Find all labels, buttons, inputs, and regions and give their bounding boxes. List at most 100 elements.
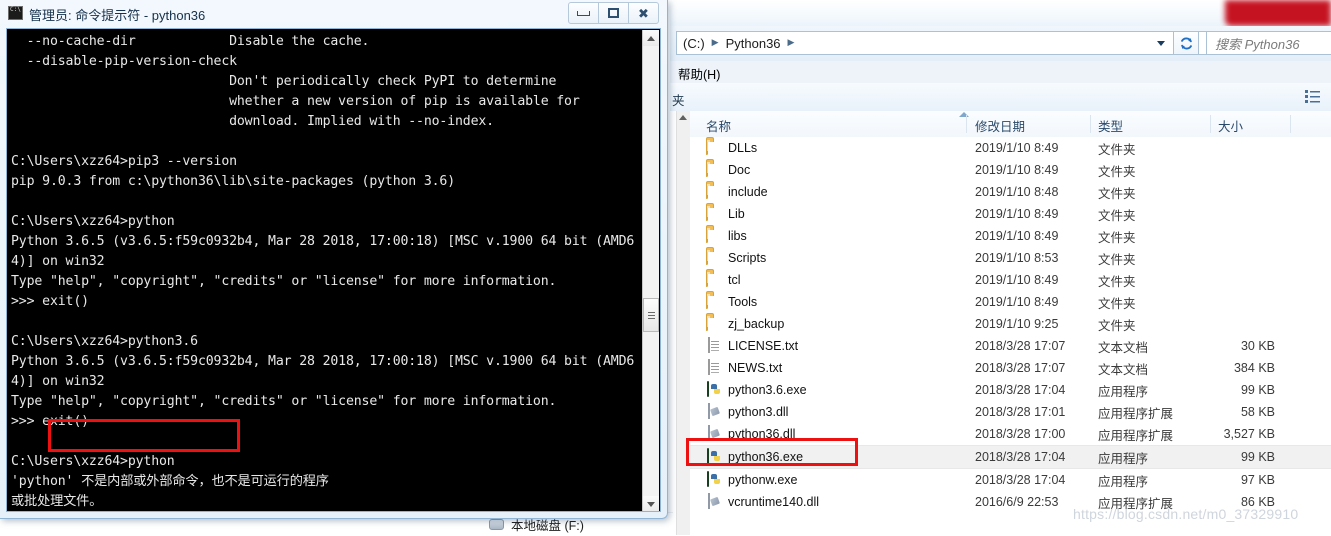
refresh-icon	[1180, 37, 1192, 49]
breadcrumb-drive[interactable]: (C:)	[683, 36, 705, 51]
file-type: 文件夹	[1098, 208, 1136, 223]
file-name: python3.6.exe	[728, 383, 807, 397]
file-date: 2019/1/10 9:25	[975, 317, 1059, 331]
column-divider[interactable]	[1210, 115, 1211, 133]
view-layout-glyph	[1305, 90, 1320, 103]
console-title-text: 管理员: 命令提示符 - python36	[29, 8, 206, 23]
blurred-close-button[interactable]	[1225, 0, 1331, 26]
annotation-box-file-row	[686, 438, 858, 466]
file-name: python3.dll	[728, 405, 789, 419]
file-type: 应用程序	[1098, 474, 1149, 489]
console-title-bar[interactable]: 管理员: 命令提示符 - python36 ✖	[0, 0, 668, 27]
file-type: 应用程序	[1098, 451, 1149, 466]
thumb-grip-icon	[647, 314, 655, 316]
file-row[interactable]: LICENSE.txt 2018/3/28 17:07 文本文档 30 KB	[690, 335, 1331, 357]
explorer-address-bar: (C:) ▶ Python36 ▶ 搜索 Python36	[670, 26, 1331, 62]
refresh-button[interactable]	[1173, 31, 1199, 55]
file-name: LICENSE.txt	[728, 339, 799, 353]
file-date: 2018/3/28 17:04	[975, 450, 1066, 464]
console-scrollbar[interactable]	[642, 30, 659, 511]
file-date: 2019/1/10 8:53	[975, 251, 1059, 265]
watermark: https://blog.csdn.net/m0_37329910	[1073, 506, 1299, 522]
explorer-toolbar: 夹	[670, 83, 1331, 112]
file-row[interactable]: Tools 2019/1/10 8:49 文件夹	[690, 291, 1331, 313]
scroll-up-arrow-icon[interactable]	[679, 115, 687, 120]
scroll-down-button[interactable]	[643, 496, 659, 511]
scroll-up-button[interactable]	[643, 30, 659, 46]
minimize-icon	[577, 10, 590, 16]
file-row[interactable]: Doc 2019/1/10 8:49 文件夹	[690, 159, 1331, 181]
file-size: 58 KB	[1240, 405, 1275, 419]
file-row[interactable]: python3.dll 2018/3/28 17:01 应用程序扩展 58 KB	[690, 401, 1331, 423]
search-input[interactable]: 搜索 Python36	[1206, 31, 1331, 55]
file-row[interactable]: libs 2019/1/10 8:49 文件夹	[690, 225, 1331, 247]
file-size: 384 KB	[1233, 361, 1275, 375]
file-name: Lib	[728, 207, 745, 221]
file-type: 应用程序	[1098, 384, 1149, 399]
annotation-box-console-command	[48, 419, 240, 452]
column-divider[interactable]	[1090, 115, 1091, 133]
file-row[interactable]: NEWS.txt 2018/3/28 17:07 文本文档 384 KB	[690, 357, 1331, 379]
file-type: 文件夹	[1098, 142, 1136, 157]
column-header-type[interactable]: 类型	[1098, 116, 1123, 135]
file-type: 应用程序扩展	[1098, 406, 1174, 421]
toolbar-organize-clipped[interactable]: 夹	[672, 90, 685, 109]
folder-icon	[706, 293, 722, 310]
folder-icon	[706, 249, 722, 266]
file-type: 应用程序扩展	[1098, 428, 1174, 443]
chevron-right-icon: ▶	[787, 36, 795, 47]
file-type: 文件夹	[1098, 274, 1136, 289]
file-date: 2019/1/10 8:48	[975, 185, 1059, 199]
scroll-up-arrow-icon	[647, 35, 655, 41]
file-row[interactable]: Scripts 2019/1/10 8:53 文件夹	[690, 247, 1331, 269]
scrollbar-thumb[interactable]	[643, 298, 659, 332]
column-divider[interactable]	[1290, 115, 1291, 133]
column-header-date[interactable]: 修改日期	[975, 116, 1025, 135]
chevron-down-icon	[1157, 40, 1165, 46]
file-list-column-headers: 名称 修改日期 类型 大小	[690, 111, 1331, 138]
breadcrumb-folder[interactable]: Python36	[726, 36, 781, 51]
file-list: DLLs 2019/1/10 8:49 文件夹 Doc 2019/1/10 8:49 文件…	[690, 137, 1331, 535]
file-type: 文件夹	[1098, 186, 1136, 201]
close-icon: ✖	[638, 5, 649, 21]
file-row[interactable]: include 2019/1/10 8:48 文件夹	[690, 181, 1331, 203]
text-file-icon	[706, 359, 722, 376]
file-row[interactable]: tcl 2019/1/10 8:49 文件夹	[690, 269, 1331, 291]
folder-icon	[706, 161, 722, 178]
minimize-button[interactable]	[568, 2, 599, 24]
folder-icon	[706, 139, 722, 156]
python-exe-icon	[706, 381, 722, 398]
file-row[interactable]: zj_backup 2019/1/10 9:25 文件夹	[690, 313, 1331, 335]
folder-icon	[706, 227, 722, 244]
scroll-down-arrow-icon	[647, 501, 655, 507]
dll-icon	[706, 403, 722, 420]
file-date: 2018/3/28 17:07	[975, 361, 1066, 375]
restore-icon	[608, 8, 619, 18]
file-name: Scripts	[728, 251, 767, 265]
file-size: 99 KB	[1240, 450, 1275, 464]
column-header-name[interactable]: 名称	[706, 116, 731, 135]
file-type: 文件夹	[1098, 230, 1136, 245]
file-row[interactable]: pythonw.exe 2018/3/28 17:04 应用程序 97 KB	[690, 469, 1331, 491]
file-date: 2019/1/10 8:49	[975, 163, 1059, 177]
close-button[interactable]: ✖	[628, 2, 659, 24]
file-date: 2018/3/28 17:04	[975, 473, 1066, 487]
file-name: vcruntime140.dll	[728, 495, 820, 509]
file-row[interactable]: python3.6.exe 2018/3/28 17:04 应用程序 99 KB	[690, 379, 1331, 401]
file-date: 2019/1/10 8:49	[975, 229, 1059, 243]
menu-item-help[interactable]: 帮助(H)	[674, 63, 724, 84]
maximize-button[interactable]	[598, 2, 629, 24]
file-date: 2019/1/10 8:49	[975, 295, 1059, 309]
column-divider[interactable]	[966, 115, 967, 133]
navigation-pane-scrollbar[interactable]	[676, 111, 691, 535]
file-name: Doc	[728, 163, 751, 177]
file-name: pythonw.exe	[728, 473, 798, 487]
file-row[interactable]: Lib 2019/1/10 8:49 文件夹	[690, 203, 1331, 225]
folder-icon	[706, 183, 722, 200]
file-row[interactable]: DLLs 2019/1/10 8:49 文件夹	[690, 137, 1331, 159]
file-size: 30 KB	[1240, 339, 1275, 353]
address-dropdown-button[interactable]	[1149, 31, 1173, 55]
view-layout-icon[interactable]	[1305, 89, 1321, 104]
column-header-size[interactable]: 大小	[1218, 116, 1243, 135]
file-size: 3,527 KB	[1223, 427, 1275, 441]
